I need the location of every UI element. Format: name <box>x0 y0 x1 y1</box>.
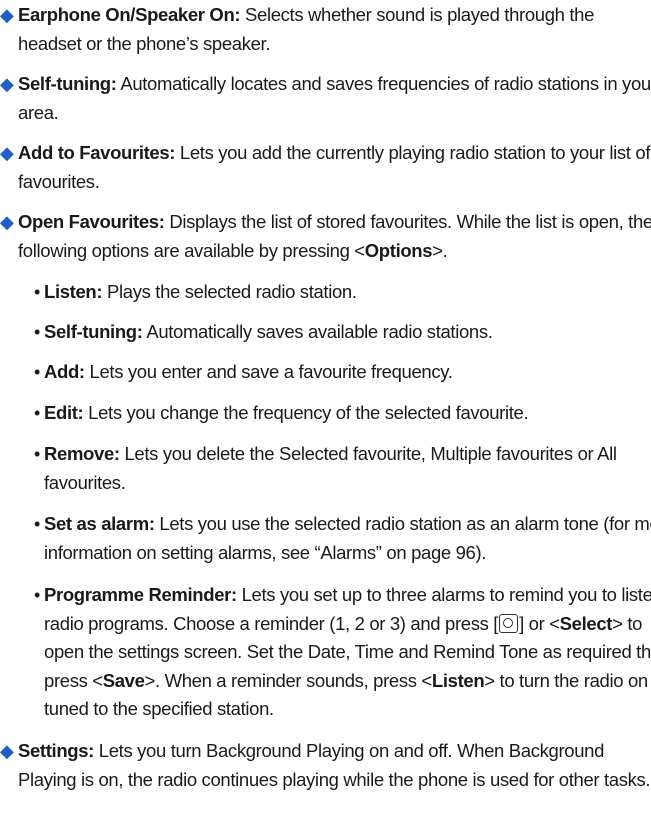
item-term: Add to Favourites: <box>18 142 176 163</box>
list-item-open-favourites: ◆ Open Favourites: Displays the list of … <box>0 208 651 265</box>
list-item-settings: ◆ Settings: Lets you turn Background Pla… <box>0 737 651 794</box>
sub-item-term: Set as alarm: <box>44 513 155 534</box>
sub-item-term: Edit: <box>44 402 84 423</box>
sub-item-text: Automatically saves available radio stat… <box>146 321 493 342</box>
dot-bullet-icon: • <box>34 444 40 464</box>
sub-item-text: Plays the selected radio station. <box>107 281 357 302</box>
item-term: Self-tuning: <box>18 73 117 94</box>
listen-key-label: Listen <box>431 669 485 691</box>
dot-bullet-icon: • <box>34 282 40 302</box>
manual-page: ◆ Earphone On/Speaker On: Selects whethe… <box>0 0 651 837</box>
item-term: Earphone On/Speaker On: <box>18 4 241 25</box>
item-term: Settings: <box>18 740 94 761</box>
item-text-end: >. <box>432 239 448 261</box>
diamond-bullet-icon: ◆ <box>0 741 14 761</box>
diamond-bullet-icon: ◆ <box>0 143 14 163</box>
sub-item-add: • Add: Lets you enter and save a favouri… <box>0 358 651 387</box>
sub-item-programme-reminder: • Programme Reminder: Lets you set up to… <box>0 581 651 724</box>
sub-item-text: Lets you enter and save a favourite freq… <box>89 361 453 382</box>
list-item-earphone: ◆ Earphone On/Speaker On: Selects whethe… <box>0 1 651 58</box>
ok-key-icon <box>499 613 519 633</box>
options-key-label: Options <box>364 239 433 261</box>
dot-bullet-icon: • <box>34 322 40 342</box>
dot-bullet-icon: • <box>34 403 40 423</box>
sub-item-self-tuning: • Self-tuning: Automatically saves avail… <box>0 318 651 347</box>
sub-item-edit: • Edit: Lets you change the frequency of… <box>0 399 651 428</box>
sub-item-term: Remove: <box>44 443 120 464</box>
sub-item-term: Programme Reminder: <box>44 584 237 605</box>
diamond-bullet-icon: ◆ <box>0 212 14 232</box>
save-key-label: Save <box>102 669 145 691</box>
item-text: Lets you turn Background Playing on and … <box>18 740 651 790</box>
dot-bullet-icon: • <box>34 514 40 534</box>
diamond-bullet-icon: ◆ <box>0 74 14 94</box>
select-key-label: Select <box>559 612 613 634</box>
sub-item-text: Lets you change the frequency of the sel… <box>88 402 529 423</box>
sub-item-term: Self-tuning: <box>44 321 143 342</box>
sub-item-term: Add: <box>44 361 85 382</box>
dot-bullet-icon: • <box>34 585 40 605</box>
list-item-add-favourites: ◆ Add to Favourites: Lets you add the cu… <box>0 139 651 196</box>
reminder-text-2: ] or < <box>519 612 560 634</box>
sub-item-set-alarm: • Set as alarm: Lets you use the selecte… <box>0 510 651 567</box>
sub-item-remove: • Remove: Lets you delete the Selected f… <box>0 440 651 497</box>
dot-bullet-icon: • <box>34 362 40 382</box>
list-item-self-tuning: ◆ Self-tuning: Automatically locates and… <box>0 70 651 127</box>
item-term: Open Favourites: <box>18 211 165 232</box>
diamond-bullet-icon: ◆ <box>0 5 14 25</box>
sub-item-listen: • Listen: Plays the selected radio stati… <box>0 278 651 307</box>
sub-item-term: Listen: <box>44 281 103 302</box>
reminder-text-4: >. When a reminder sounds, press < <box>144 669 433 691</box>
sub-item-text: Lets you delete the Selected favourite, … <box>44 443 617 493</box>
